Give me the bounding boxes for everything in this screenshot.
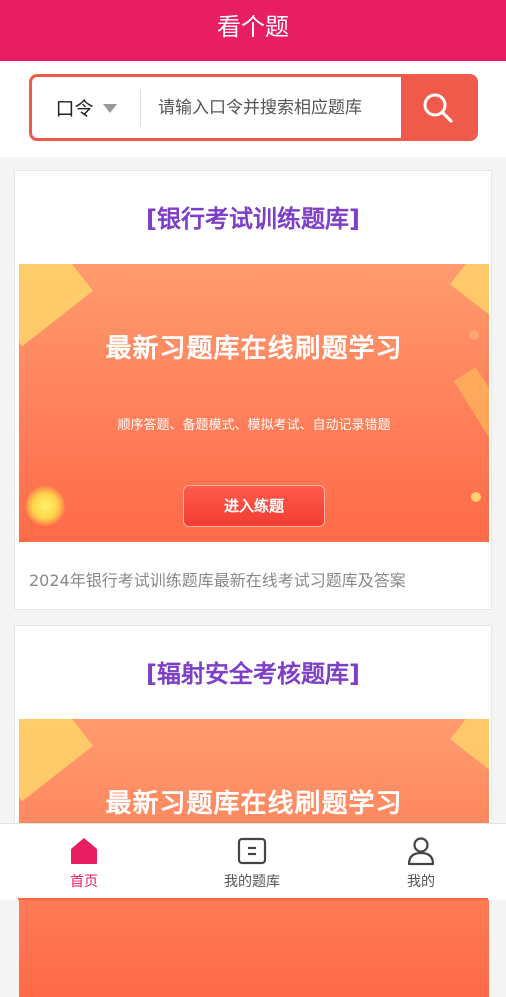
banner-subtitle: 顺序答题、备题模式、模拟考试、自动记录错题 [117, 418, 391, 433]
user-icon [407, 837, 435, 866]
page-title: 看个题 [217, 13, 289, 41]
app-header: 看个题 [0, 0, 506, 61]
search-type-label: 口令 [55, 98, 94, 120]
tab-my-question-bank[interactable]: 我的题库 [168, 824, 336, 901]
question-bank-card[interactable]: [银行考试训练题库] 最新习题库在线刷题学习 顺序答题、备题模式、模拟考试、自动… [14, 170, 492, 610]
question-bank-icon [237, 837, 267, 865]
tab-home[interactable]: 首页 [0, 824, 168, 901]
tab-label: 我的 [407, 874, 435, 890]
search-section: 口令 [0, 61, 506, 157]
card-title: [辐射安全考核题库] [146, 660, 360, 688]
tab-label: 首页 [70, 874, 98, 890]
banner-glow [25, 486, 65, 526]
card-title: [银行考试训练题库] [146, 205, 360, 233]
card-banner: 最新习题库在线刷题学习 顺序答题、备题模式、模拟考试、自动记录错题 进入练题 [19, 264, 489, 542]
tab-mine[interactable]: 我的 [337, 824, 505, 901]
search-icon [423, 93, 453, 123]
search-bar: 口令 [29, 74, 478, 141]
search-divider [140, 90, 141, 126]
tab-label: 我的题库 [224, 874, 280, 890]
banner-decoration [453, 367, 489, 449]
banner-headline: 最新习题库在线刷题学习 [105, 789, 403, 819]
banner-decoration [450, 719, 489, 783]
banner-headline: 最新习题库在线刷题学习 [105, 334, 403, 364]
search-button[interactable] [401, 77, 475, 138]
home-icon [71, 838, 97, 864]
start-practice-button[interactable]: 进入练题 [183, 485, 325, 527]
card-description: 2024年银行考试训练题库最新在线考试习题库及答案 [29, 571, 406, 590]
banner-dot [471, 492, 481, 502]
search-type-select[interactable]: 口令 [32, 77, 140, 138]
question-bank-card[interactable]: [辐射安全考核题库] 最新习题库在线刷题学习 [14, 625, 492, 997]
bottom-tab-bar: 首页 我的题库 我的 [0, 823, 506, 900]
banner-decoration [450, 264, 489, 328]
search-input[interactable] [158, 77, 408, 138]
caret-down-icon [102, 104, 117, 113]
